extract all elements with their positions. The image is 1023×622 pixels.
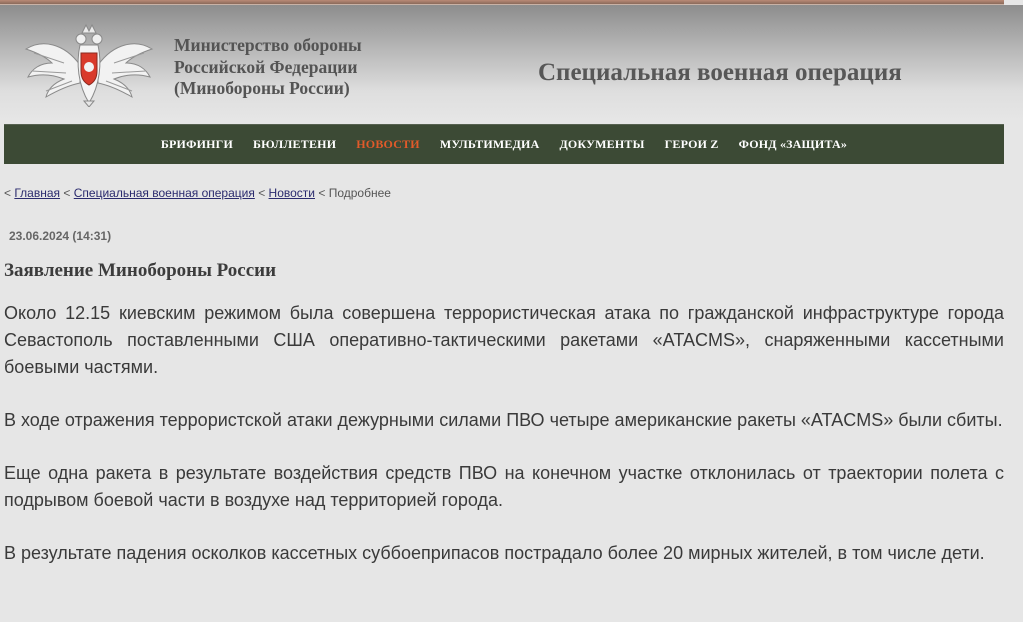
nav-item-briefings[interactable]: БРИФИНГИ bbox=[161, 137, 233, 152]
ministry-name-line-2: Российской Федерации bbox=[174, 56, 358, 77]
site-header: Министерство обороны Российской Федераци… bbox=[0, 5, 1023, 120]
nav-item-bulletins[interactable]: БЮЛЛЕТЕНИ bbox=[253, 137, 336, 152]
article-body: Около 12.15 киевским режимом была соверш… bbox=[4, 300, 1004, 593]
article-paragraph: Еще одна ракета в результате воздействия… bbox=[4, 463, 1004, 510]
breadcrumb-separator: < bbox=[258, 186, 266, 200]
nav-item-fund-zashchita[interactable]: ФОНД «ЗАЩИТА» bbox=[739, 137, 848, 152]
nav-item-multimedia[interactable]: МУЛЬТИМЕДИА bbox=[440, 137, 540, 152]
breadcrumb-current: Подробнее bbox=[328, 186, 391, 200]
nav-item-heroes-z[interactable]: ГЕРОИ Z bbox=[665, 137, 719, 152]
article-title: Заявление Минобороны России bbox=[4, 260, 277, 281]
article-paragraph: В результате падения осколков кассетных … bbox=[4, 543, 985, 563]
ministry-name-line-1: Министерство обороны bbox=[174, 35, 362, 55]
breadcrumb-separator: < bbox=[63, 186, 71, 200]
article-date: 23.06.2024 (14:31) bbox=[9, 229, 112, 243]
ministry-name-line-3: (Минобороны России) bbox=[174, 78, 350, 98]
nav-item-news[interactable]: НОВОСТИ bbox=[356, 137, 420, 152]
article-paragraph: Около 12.15 киевским режимом была соверш… bbox=[4, 303, 1004, 377]
main-nav: БРИФИНГИ БЮЛЛЕТЕНИ НОВОСТИ МУЛЬТИМЕДИА Д… bbox=[4, 124, 1004, 164]
breadcrumb-separator: < bbox=[4, 186, 12, 200]
breadcrumb-link-special-operation[interactable]: Специальная военная операция bbox=[74, 186, 255, 200]
breadcrumb: < Главная < Специальная военная операция… bbox=[4, 186, 391, 200]
breadcrumb-link-news[interactable]: Новости bbox=[269, 186, 315, 200]
article-paragraph: В ходе отражения террористской атаки деж… bbox=[4, 410, 1003, 430]
nav-item-documents[interactable]: ДОКУМЕНТЫ bbox=[559, 137, 644, 152]
breadcrumb-link-home[interactable]: Главная bbox=[14, 186, 60, 200]
eagle-emblem-icon[interactable] bbox=[24, 23, 154, 108]
breadcrumb-separator: < bbox=[318, 186, 326, 200]
ministry-name[interactable]: Министерство обороны Российской Федераци… bbox=[174, 35, 362, 100]
section-title[interactable]: Специальная военная операция bbox=[538, 59, 902, 87]
